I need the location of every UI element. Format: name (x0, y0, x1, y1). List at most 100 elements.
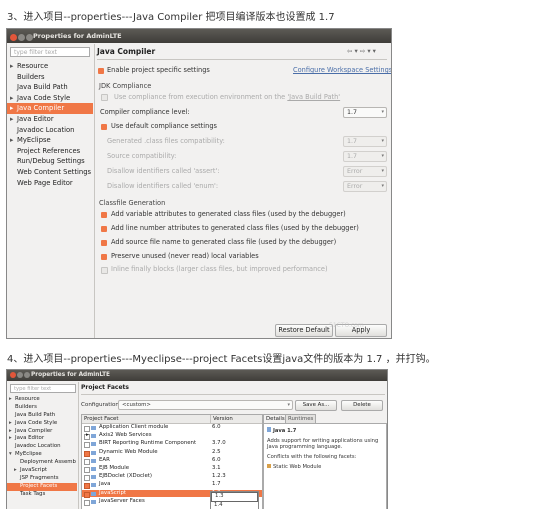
facet-row-axis2-web-services[interactable]: ▸ Axis2 Web Services (82, 432, 262, 441)
facet-version[interactable]: 3.1 (212, 465, 221, 473)
facet-name: Dynamic Web Module (99, 448, 158, 455)
tree-item-web-page-editor[interactable]: Web Page Editor (7, 178, 93, 189)
tree-item-task-tags[interactable]: Task Tags (7, 491, 77, 499)
expand-arrow-icon[interactable]: ▾ (9, 451, 12, 459)
tree-item-java-editor[interactable]: ▸ Java Editor (7, 114, 93, 125)
tree-item-myeclipse[interactable]: ▾ MyEclipse (7, 451, 77, 459)
tree-item-builders[interactable]: Builders (7, 404, 77, 412)
tree-item-java-code-style[interactable]: ▸ Java Code Style (7, 93, 93, 104)
source-file-checkbox[interactable] (101, 240, 107, 246)
facet-checkbox[interactable] (84, 475, 90, 482)
expand-arrow-icon[interactable]: ▸ (10, 114, 13, 125)
tree-item-web-content-settings[interactable]: Web Content Settings (7, 167, 93, 178)
restore-default-button[interactable]: Restore Default (275, 324, 333, 337)
facet-checkbox[interactable] (84, 442, 90, 449)
expand-arrow-icon[interactable]: ▸ (9, 435, 12, 443)
facet-row-java[interactable]: Java 1.7 (82, 481, 262, 490)
facet-checkbox[interactable] (84, 467, 90, 473)
facet-checkbox[interactable] (84, 458, 90, 465)
facet-version[interactable]: 1.7 (212, 481, 221, 489)
assert-select[interactable]: Error ▾ (343, 166, 387, 177)
version-option[interactable]: 1.3 (211, 492, 258, 502)
facet-name: JavaServer Faces (99, 497, 145, 504)
tree-item-run-debug-settings[interactable]: Run/Debug Settings (7, 156, 93, 167)
close-window-icon[interactable] (10, 372, 16, 378)
inline-finally-checkbox[interactable] (101, 267, 108, 274)
facet-version[interactable]: 6.0 (212, 424, 221, 432)
expand-arrow-icon[interactable]: ▸ (14, 467, 17, 475)
line-number-checkbox[interactable] (101, 226, 107, 232)
facet-checkbox[interactable] (84, 483, 90, 490)
tree-item-java-compiler[interactable]: ▸ Java Compiler (7, 428, 77, 436)
expand-arrow-icon[interactable]: ▸ (10, 135, 13, 146)
expand-arrow-icon[interactable]: ▸ (9, 420, 12, 428)
expand-arrow-icon[interactable]: ▸ (9, 396, 12, 404)
facet-checkbox[interactable] (84, 426, 90, 432)
facet-row-ejbdoclet-xdoclet[interactable]: EJBDoclet (XDoclet) 1.2.3 (82, 473, 262, 482)
facet-version[interactable]: 2.5 (212, 449, 221, 457)
filter-input[interactable]: type filter text (10, 47, 90, 57)
filter-input[interactable]: type filter text (10, 384, 76, 393)
tab-details[interactable]: Details (263, 414, 288, 423)
facet-row-application-client-module[interactable]: Application Client module 6.0 (82, 424, 262, 432)
configure-workspace-link[interactable]: Configure Workspace Settings... (293, 66, 391, 74)
tab-runtimes[interactable]: Runtimes (285, 414, 317, 423)
use-default-checkbox[interactable] (101, 124, 107, 130)
tree-item-java-editor[interactable]: ▸ Java Editor (7, 435, 77, 443)
save-as-button[interactable]: Save As... (295, 400, 337, 411)
tree-item-builders[interactable]: Builders (7, 72, 93, 83)
tree-item-java-build-path[interactable]: Java Build Path (7, 82, 93, 93)
facet-checkbox[interactable] (84, 450, 90, 457)
enum-select[interactable]: Error ▾ (343, 181, 387, 192)
facet-icon (267, 464, 271, 468)
facet-row-ejb-module[interactable]: EJB Module 3.1 (82, 465, 262, 473)
minimize-window-icon[interactable] (17, 372, 23, 378)
tree-item-java-code-style[interactable]: ▸ Java Code Style (7, 420, 77, 428)
facet-icon (91, 467, 96, 471)
tree-item-project-references[interactable]: Project References (7, 146, 93, 157)
tree-item-resource[interactable]: ▸ Resource (7, 61, 93, 72)
version-dropdown-list[interactable]: 1.3 1.4 (210, 491, 259, 509)
facet-version[interactable]: 6.0 (212, 457, 221, 465)
tree-item-myeclipse[interactable]: ▸ MyEclipse (7, 135, 93, 146)
close-window-icon[interactable] (10, 34, 17, 41)
facet-checkbox[interactable] (84, 499, 90, 506)
tree-item-jsp-fragments[interactable]: JSP Fragments (7, 475, 77, 483)
maximize-window-icon[interactable] (24, 372, 30, 378)
tree-item-project-facets[interactable]: Project Facets (7, 482, 77, 491)
expand-arrow-icon[interactable]: ▸ (10, 103, 13, 114)
source-compat-select[interactable]: 1.7 ▾ (343, 151, 387, 162)
tree-item-resource[interactable]: ▸ Resource (7, 396, 77, 404)
use-compliance-checkbox[interactable] (101, 94, 108, 101)
delete-button[interactable]: Delete (341, 400, 383, 411)
history-nav-icons[interactable]: ⇦ ▾ ⇨ ▾ ▾ (347, 47, 376, 55)
expand-arrow-icon[interactable]: ▸ (9, 428, 12, 436)
enable-specific-checkbox[interactable] (98, 68, 104, 74)
facet-checkbox[interactable] (84, 491, 90, 498)
column-header-version[interactable]: Version (210, 415, 262, 424)
configuration-select[interactable]: <custom> ▾ (118, 400, 293, 410)
minimize-window-icon[interactable] (18, 34, 25, 41)
preserve-unused-checkbox[interactable] (101, 254, 107, 260)
generated-compat-select[interactable]: 1.7 ▾ (343, 136, 387, 147)
variable-attrs-checkbox[interactable] (101, 212, 107, 218)
tree-item-javadoc-location[interactable]: Javadoc Location (7, 443, 77, 451)
facet-version[interactable]: 3.7.0 (212, 440, 226, 448)
compliance-level-select[interactable]: 1.7 ▾ (343, 107, 387, 118)
expand-arrow-icon[interactable]: ▸ (10, 61, 13, 72)
tree-item-java-compiler[interactable]: ▸ Java Compiler (7, 103, 93, 114)
chevron-down-icon: ▾ (381, 153, 384, 159)
facet-row-dynamic-web-module[interactable]: Dynamic Web Module 2.5 (82, 449, 262, 457)
tree-item-java-build-path[interactable]: Java Build Path (7, 412, 77, 420)
facet-row-ear[interactable]: EAR 6.0 (82, 457, 262, 465)
facet-row-birt-reporting-runtime-component[interactable]: BIRT Reporting Runtime Component 3.7.0 (82, 440, 262, 449)
column-header-facet[interactable]: Project Facet (82, 415, 210, 424)
facet-version[interactable]: 1.2.3 (212, 473, 226, 481)
tree-item-deployment-assemb[interactable]: Deployment Assemb (7, 459, 77, 467)
maximize-window-icon[interactable] (26, 34, 33, 41)
java-build-path-link[interactable]: 'Java Build Path' (287, 93, 340, 101)
tree-item-javascript[interactable]: ▸ JavaScript (7, 467, 77, 475)
expand-arrow-icon[interactable]: ▸ (10, 93, 13, 104)
expand-arrow-icon[interactable]: ▸ (86, 432, 89, 440)
tree-item-javadoc-location[interactable]: Javadoc Location (7, 125, 93, 136)
